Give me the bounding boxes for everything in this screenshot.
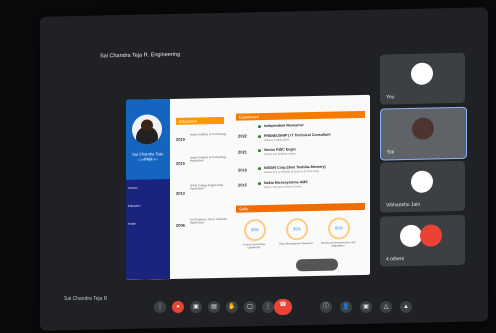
skill-label: Team Management Research bbox=[278, 241, 314, 246]
exp-sub: Industry Collaboration bbox=[264, 138, 290, 142]
participant-name: Vibhanshu Jain bbox=[386, 201, 421, 209]
exp-sub: Design and Building Leader bbox=[264, 152, 296, 156]
exp-year: 2016 bbox=[238, 167, 247, 173]
exp-title: Independent Researcer bbox=[264, 123, 304, 128]
check-icon bbox=[258, 149, 261, 153]
avatar bbox=[420, 224, 442, 247]
side-block-education: Education bbox=[128, 203, 141, 208]
participant-name: You bbox=[386, 94, 395, 101]
avatar bbox=[411, 170, 433, 193]
info-icon[interactable]: ⓘ bbox=[320, 301, 332, 313]
camera-icon[interactable]: ▣ bbox=[190, 301, 202, 313]
participant-tile[interactable]: Sai bbox=[380, 106, 467, 161]
avatar bbox=[400, 224, 422, 248]
experience-header: Experience bbox=[236, 110, 365, 121]
skill-label: Technical Communication and Negotiation bbox=[320, 241, 356, 248]
call-controls: ⋮ ● ▣ ▤ ✋ ▢ ⋮ ☎ ⓘ 👤 ▣ △ ▲ bbox=[0, 297, 496, 327]
exp-year: 2022 bbox=[238, 133, 247, 139]
exp-sub: Researcher at Institute of Science & Tec… bbox=[264, 169, 320, 174]
chat-icon[interactable]: ▣ bbox=[360, 301, 372, 313]
edu-text: NITW College Engineering Hyderabad bbox=[190, 182, 224, 191]
check-icon bbox=[258, 182, 261, 186]
meeting-window: Sai Chandra Teja R. Engineering Sai Chan… bbox=[40, 7, 488, 331]
skill-ring: 95% bbox=[286, 218, 308, 241]
skills-header: Skills bbox=[236, 202, 365, 213]
skill-ring: 85% bbox=[328, 217, 350, 240]
presentation-control-pill[interactable] bbox=[296, 258, 338, 272]
side-block-profile: Profile bbox=[128, 221, 136, 226]
raise-hand-icon[interactable]: ✋ bbox=[226, 301, 238, 313]
more-icon[interactable]: ⋮ bbox=[154, 301, 166, 313]
check-icon bbox=[258, 125, 261, 129]
avatar bbox=[412, 117, 434, 140]
slide-person-subtitle: Chief Scientist bbox=[138, 157, 158, 162]
check-icon bbox=[258, 167, 261, 171]
end-call-button[interactable]: ☎ bbox=[274, 299, 292, 315]
present-icon[interactable]: ▢ bbox=[244, 301, 256, 313]
edu-year: 2019 bbox=[176, 136, 185, 142]
presentation-slide: Sai Chandra Teja, PhD Chief Scientist Co… bbox=[126, 94, 370, 280]
side-block-contact: Contact bbox=[128, 185, 138, 190]
exp-title: Senior RISC Engin bbox=[264, 147, 296, 152]
exp-title: PRENEUSHIP | IT Technical Consultant bbox=[264, 132, 331, 138]
participant-tiles: You Sai Vibhanshu Jain 4 others bbox=[380, 52, 467, 267]
meeting-title: Sai Chandra Teja R. Engineering bbox=[100, 51, 181, 60]
edu-year: 2015 bbox=[176, 160, 185, 166]
edu-text: Indian Institute of Technology bbox=[190, 131, 227, 137]
mic-off-icon[interactable]: ● bbox=[172, 301, 184, 313]
avatar bbox=[411, 62, 433, 85]
exp-sub: Intern / Research Center Europe bbox=[264, 185, 302, 189]
participant-tile[interactable]: You bbox=[380, 52, 465, 105]
participant-tile[interactable]: 4 others bbox=[380, 214, 465, 267]
education-header: Education bbox=[176, 116, 224, 125]
edu-text: Sri Chaitanya Junior Kalasala Hyderabad bbox=[190, 216, 227, 225]
edu-year: 2010 bbox=[176, 190, 185, 196]
lock-icon[interactable]: ▲ bbox=[400, 301, 412, 313]
exp-year: 2015 bbox=[238, 182, 247, 188]
check-icon bbox=[258, 135, 261, 139]
skill-label: Product Technology Leadership bbox=[242, 242, 266, 250]
people-icon[interactable]: 👤 bbox=[340, 301, 352, 313]
slide-sidebar: Sai Chandra Teja, PhD Chief Scientist Co… bbox=[126, 98, 170, 280]
participant-name: 4 others bbox=[386, 256, 405, 263]
edu-year: 2006 bbox=[176, 222, 185, 228]
participant-tile[interactable]: Vibhanshu Jain bbox=[380, 160, 465, 213]
captions-icon[interactable]: ▤ bbox=[208, 301, 220, 313]
skill-ring: 90% bbox=[244, 218, 266, 242]
edu-text: Indian Institute of Technology Hyderabad bbox=[190, 154, 227, 163]
activities-icon[interactable]: △ bbox=[380, 301, 392, 313]
exp-year: 2021 bbox=[238, 149, 247, 155]
more-options-icon[interactable]: ⋮ bbox=[262, 301, 274, 313]
participant-name: Sai bbox=[387, 149, 395, 156]
